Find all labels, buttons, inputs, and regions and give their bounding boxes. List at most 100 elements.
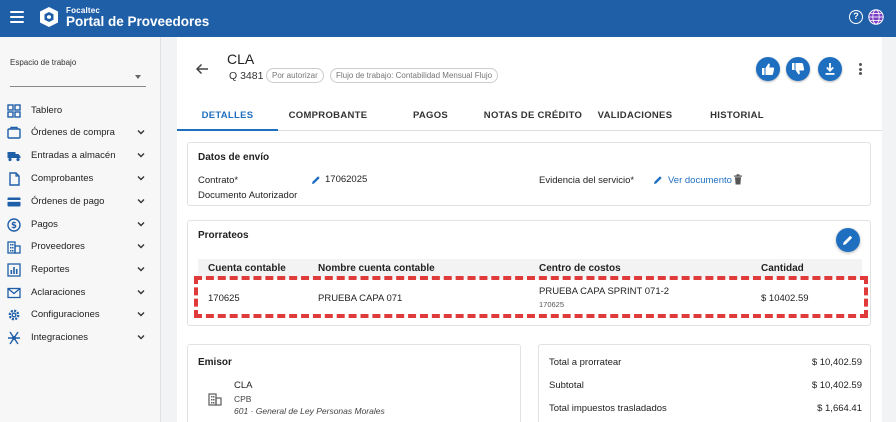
shipping-data-card: Datos de envío Contrato* 17062025 Docume… [187,142,871,206]
help-icon[interactable]: ? [849,10,863,24]
top-app-bar: Focaltec Portal de Proveedores ? [0,0,896,37]
thumbs-up-icon [762,63,775,75]
emisor-name: CLA [234,380,253,391]
sidebar-item-label: Comprobantes [31,173,94,184]
sidebar-item-label: Tablero [31,105,63,116]
pencil-icon [843,235,853,245]
impuestos-trasladados-value: $ 1,664.41 [817,403,862,414]
sidebar-item-pagos[interactable]: $ Pagos [0,215,160,235]
portal-logo-icon [40,7,58,27]
chevron-down-icon [137,312,145,317]
sidebar-item-configuraciones[interactable]: Configuraciones [0,305,160,325]
sidebar-item-label: Integraciones [31,332,89,343]
sidebar-item-label: Proveedores [31,241,85,252]
chevron-down-icon [137,335,145,340]
report-icon [7,263,21,277]
tab-detalles[interactable]: DETALLES [177,100,278,131]
view-document-link[interactable]: Ver documento [668,175,732,186]
sidebar-item-ordenes-pago[interactable]: Órdenes de pago [0,192,160,212]
sidebar-item-integraciones[interactable]: Integraciones [0,328,160,348]
truck-icon [7,152,21,162]
sidebar-item-aclaraciones[interactable]: Aclaraciones [0,283,160,303]
dashboard-icon [7,104,21,118]
download-icon [825,63,835,75]
subtotal-value: $ 10,402.59 [811,380,862,391]
emisor-regimen: 601 · General de Ley Personas Morales [234,406,385,416]
document-icon [9,172,20,186]
caret-down-icon [135,75,141,79]
download-button[interactable] [818,57,842,81]
emisor-title: Emisor [198,357,232,368]
back-arrow-icon[interactable] [195,62,209,76]
sidebar-item-reportes[interactable]: Reportes [0,260,160,280]
authorizing-document-label: Documento Autorizador [198,190,298,201]
language-globe-icon[interactable] [868,9,884,25]
sidebar-item-label: Entradas a almacén [31,150,116,161]
reject-button[interactable] [786,57,810,81]
svg-text:$: $ [11,221,17,231]
contract-label: Contrato* [198,175,239,186]
thumbs-down-icon [792,63,805,75]
building-icon [7,241,21,254]
edit-prorrateos-button[interactable] [836,228,860,252]
prorrateos-title: Prorrateos [198,230,249,241]
gear-icon [8,309,20,321]
tab-historial[interactable]: HISTORIAL [687,100,787,131]
chevron-down-icon [137,130,145,135]
chevron-down-icon [137,222,145,227]
sidebar-item-proveedores[interactable]: Proveedores [0,237,160,257]
document-number: Q 3481 [229,70,264,82]
workspace-select[interactable] [10,71,146,87]
sidebar: Espacio de trabajo Tablero Órdenes de co… [0,37,161,422]
tab-pagos[interactable]: PAGOS [378,100,483,131]
shipping-data-title: Datos de envío [198,152,270,163]
edit-evidence-icon[interactable] [653,175,663,185]
sidebar-item-label: Órdenes de compra [31,127,115,138]
cart-icon [7,126,21,139]
impuestos-trasladados-label: Total impuestos trasladados [549,403,667,414]
service-evidence-label: Evidencia del servicio* [539,175,635,186]
column-header: Nombre cuenta contable [318,263,435,274]
chevron-down-icon [137,267,145,272]
contract-value: 17062025 [325,174,368,185]
sidebar-item-label: Configuraciones [31,309,100,320]
edit-contract-icon[interactable] [311,175,321,185]
dollar-icon: $ [7,218,21,232]
approve-button[interactable] [756,57,780,81]
main-panel: CLA Q 3481 Por autorizar Flujo de trabaj… [177,37,882,422]
emisor-card: Emisor CLA CPB 601 · General de Ley Pers… [187,344,521,422]
trash-icon[interactable] [733,174,743,185]
tab-comprobante[interactable]: COMPROBANTE [278,100,378,131]
tab-validaciones[interactable]: VALIDACIONES [583,100,687,131]
sidebar-item-label: Aclaraciones [31,287,86,298]
emisor-code: CPB [234,394,252,404]
mail-icon [7,287,21,299]
total-prorratear-label: Total a prorratear [549,357,622,368]
sidebar-item-tablero[interactable]: Tablero [0,101,160,121]
chevron-down-icon [137,153,145,158]
building-icon [208,393,222,406]
workflow-chip: Flujo de trabajo: Contabilidad Mensual F… [330,68,499,83]
status-chip: Por autorizar [266,68,324,83]
integration-icon [8,331,20,345]
workspace-label: Espacio de trabajo [10,58,77,67]
chevron-down-icon [137,290,145,295]
sidebar-item-label: Órdenes de pago [31,196,105,207]
chevron-down-icon [137,244,145,249]
column-header: Cantidad [761,263,804,274]
totals-card: Total a prorratear $ 10,402.59 Subtotal … [538,344,871,422]
more-options-icon[interactable] [859,63,863,77]
brand-title: Portal de Proveedores [66,14,210,29]
sidebar-item-label: Reportes [31,264,70,275]
total-prorratear-value: $ 10,402.59 [811,357,862,368]
chevron-down-icon [137,199,145,204]
hamburger-menu-icon[interactable] [10,11,24,23]
card-icon [7,197,21,207]
sidebar-item-comprobantes[interactable]: Comprobantes [0,169,160,189]
highlighted-row-outline [194,276,868,318]
tab-notas-credito[interactable]: NOTAS DE CRÉDITO [483,100,583,131]
sidebar-item-ordenes-compra[interactable]: Órdenes de compra [0,123,160,143]
document-title: CLA [227,51,255,67]
tab-bar: DETALLES COMPROBANTE PAGOS NOTAS DE CRÉD… [177,100,882,131]
sidebar-item-entradas-almacen[interactable]: Entradas a almacén [0,146,160,166]
